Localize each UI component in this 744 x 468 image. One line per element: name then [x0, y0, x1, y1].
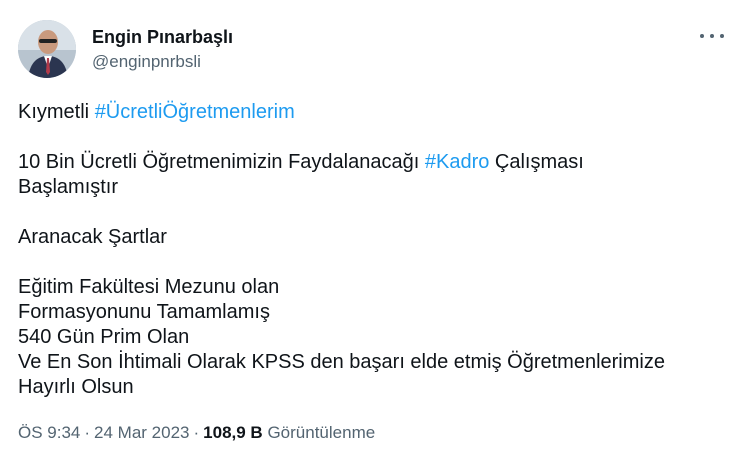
tweet-line: Formasyonunu Tamamlamış: [18, 301, 270, 323]
avatar-image: [18, 20, 76, 78]
meta-separator: ·: [193, 423, 200, 442]
tweet-text-segment: 10 Bin Ücretli Öğretmenimizin Faydalanac…: [18, 151, 425, 173]
hashtag-link[interactable]: #ÜcretliÖğretmenlerim: [95, 101, 295, 123]
tweet-line: 540 Gün Prim Olan: [18, 326, 190, 348]
tweet-card: Engin Pınarbaşlı @enginpnrbsli Kıymetli …: [0, 0, 744, 468]
avatar[interactable]: [18, 20, 76, 78]
tweet-text: Kıymetli #ÜcretliÖğretmenlerim 10 Bin Üc…: [18, 100, 728, 400]
tweet-line: Ve En Son İhtimali Olarak KPSS den başar…: [18, 351, 665, 373]
tweet-text-segment: Kıymetli: [18, 101, 95, 123]
author-names: Engin Pınarbaşlı @enginpnrbsli: [92, 26, 233, 73]
meta-separator: ·: [84, 423, 91, 442]
author-display-name[interactable]: Engin Pınarbaşlı: [92, 26, 233, 48]
tweet-line: Eğitim Fakültesi Mezunu olan: [18, 276, 280, 298]
views-count: 108,9 B: [203, 423, 263, 442]
tweet-date[interactable]: 24 Mar 2023: [94, 423, 189, 442]
tweet-time[interactable]: ÖS 9:34: [18, 423, 80, 442]
tweet-meta: ÖS 9:34 · 24 Mar 2023 · 108,9 B Görüntülenme: [18, 423, 375, 443]
tweet-line: 10 Bin Ücretli Öğretmenimizin Faydalanac…: [18, 150, 728, 175]
author-handle[interactable]: @enginpnrbsli: [92, 51, 233, 73]
hashtag-link[interactable]: #Kadro: [425, 151, 490, 173]
dot: [700, 34, 704, 38]
tweet-line: Kıymetli #ÜcretliÖğretmenlerim: [18, 100, 728, 125]
more-horizontal-icon[interactable]: [700, 28, 724, 44]
dot: [710, 34, 714, 38]
tweet-line: Başlamıştır: [18, 176, 119, 198]
tweet-header: Engin Pınarbaşlı @enginpnrbsli: [18, 20, 233, 78]
views-label: Görüntülenme: [267, 423, 376, 442]
tweet-text-segment: Çalışması: [489, 151, 584, 173]
tweet-line: Hayırlı Olsun: [18, 376, 134, 398]
tweet-line: Aranacak Şartlar: [18, 226, 167, 248]
dot: [720, 34, 724, 38]
